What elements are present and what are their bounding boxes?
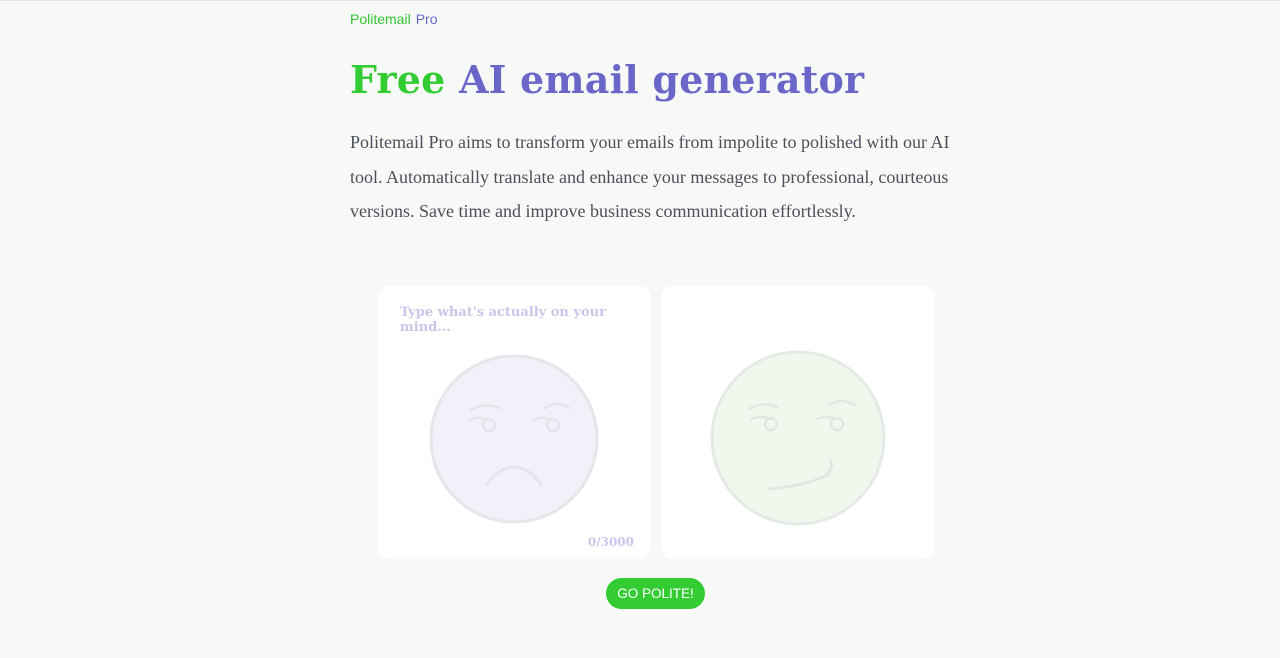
character-counter: 0/3000 xyxy=(587,535,634,549)
go-polite-button[interactable]: GO POLITE! xyxy=(606,578,705,609)
page-title-rest: AI email generator xyxy=(458,57,865,102)
output-card xyxy=(661,286,935,559)
input-card: 0/3000 xyxy=(378,286,651,559)
brand-name-part2: Pro xyxy=(415,11,438,27)
page-title: Free AI email generator xyxy=(350,56,864,104)
brand-name-part1: Politemail xyxy=(350,11,411,27)
polite-message-output[interactable] xyxy=(661,286,935,559)
top-divider xyxy=(0,0,1280,1)
brand-logo-link[interactable]: Politemail Pro xyxy=(350,11,438,27)
page-title-highlight: Free xyxy=(350,57,446,102)
intro-description: Politemail Pro aims to transform your em… xyxy=(350,132,950,221)
impolite-message-input[interactable] xyxy=(378,286,651,559)
